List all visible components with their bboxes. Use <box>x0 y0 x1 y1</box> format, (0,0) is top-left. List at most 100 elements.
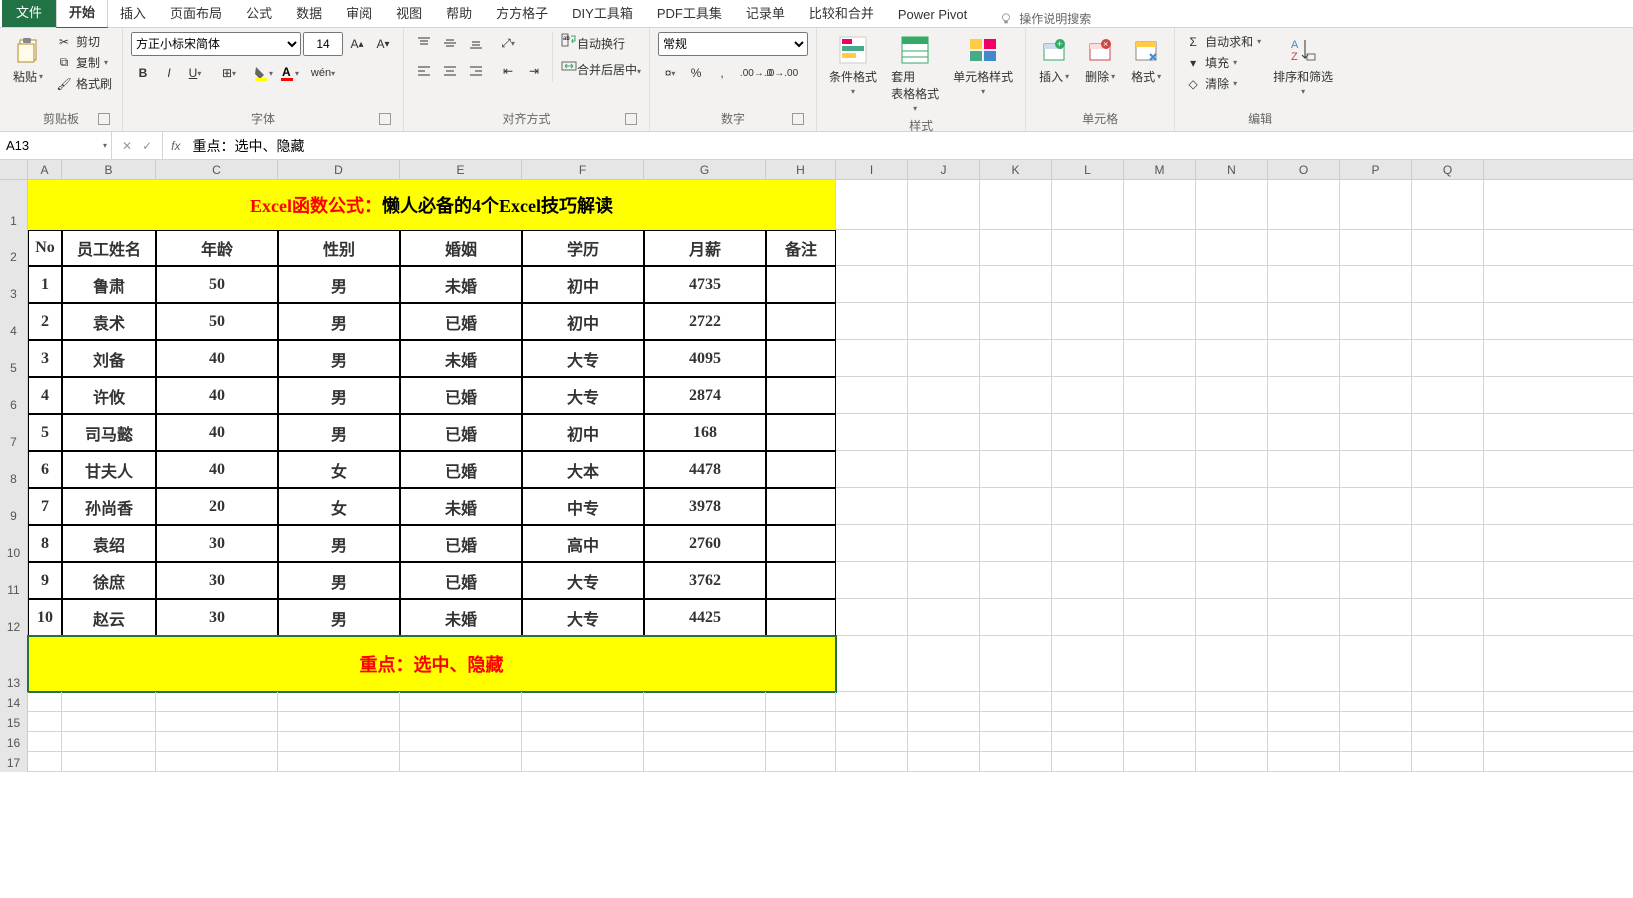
data-cell[interactable]: 3978 <box>644 488 766 525</box>
data-cell[interactable]: 男 <box>278 340 400 377</box>
data-cell[interactable]: 50 <box>156 266 278 303</box>
data-cell[interactable]: 大专 <box>522 340 644 377</box>
row-header-5[interactable]: 5 <box>0 340 28 377</box>
tab-14[interactable]: Power Pivot <box>886 2 979 27</box>
data-cell[interactable]: 女 <box>278 488 400 525</box>
data-cell[interactable]: 50 <box>156 303 278 340</box>
underline-button[interactable]: U▾ <box>183 62 207 84</box>
col-header-E[interactable]: E <box>400 160 522 179</box>
col-header-J[interactable]: J <box>908 160 980 179</box>
font-launcher[interactable] <box>379 113 391 125</box>
data-cell[interactable]: 大专 <box>522 377 644 414</box>
phonetic-button[interactable]: wén▾ <box>311 62 335 84</box>
col-header-N[interactable]: N <box>1196 160 1268 179</box>
decrease-decimal-button[interactable]: .0→.00 <box>770 62 794 84</box>
data-cell[interactable]: 已婚 <box>400 451 522 488</box>
header-cell[interactable]: 备注 <box>766 230 836 266</box>
tab-4[interactable]: 公式 <box>234 0 284 27</box>
data-cell[interactable]: 2760 <box>644 525 766 562</box>
data-cell[interactable]: 大专 <box>522 562 644 599</box>
data-cell[interactable]: 4425 <box>644 599 766 636</box>
data-cell[interactable]: 甘夫人 <box>62 451 156 488</box>
decrease-indent-button[interactable]: ⇤ <box>496 60 520 82</box>
header-cell[interactable]: 月薪 <box>644 230 766 266</box>
name-box[interactable]: ▾ <box>0 132 112 159</box>
clipboard-launcher[interactable] <box>98 113 110 125</box>
data-cell[interactable]: 40 <box>156 451 278 488</box>
data-cell[interactable]: 已婚 <box>400 414 522 451</box>
data-cell[interactable]: 徐庶 <box>62 562 156 599</box>
header-cell[interactable]: 年龄 <box>156 230 278 266</box>
row-header-10[interactable]: 10 <box>0 525 28 562</box>
data-cell[interactable]: 男 <box>278 525 400 562</box>
number-launcher[interactable] <box>792 113 804 125</box>
data-cell[interactable]: 7 <box>28 488 62 525</box>
data-cell[interactable]: 30 <box>156 525 278 562</box>
data-cell[interactable]: 20 <box>156 488 278 525</box>
col-header-C[interactable]: C <box>156 160 278 179</box>
border-button[interactable]: ⊞▾ <box>217 62 241 84</box>
data-cell[interactable]: 4735 <box>644 266 766 303</box>
bold-button[interactable]: B <box>131 62 155 84</box>
row-header-8[interactable]: 8 <box>0 451 28 488</box>
font-name-select[interactable]: 方正小标宋简体 <box>131 32 301 56</box>
tab-7[interactable]: 视图 <box>384 0 434 27</box>
data-cell[interactable]: 大本 <box>522 451 644 488</box>
col-header-M[interactable]: M <box>1124 160 1196 179</box>
data-cell[interactable] <box>766 562 836 599</box>
data-cell[interactable] <box>766 599 836 636</box>
row-header-12[interactable]: 12 <box>0 599 28 636</box>
table-format-button[interactable]: 套用 表格格式▾ <box>887 32 943 115</box>
percent-button[interactable]: % <box>684 62 708 84</box>
col-header-K[interactable]: K <box>980 160 1052 179</box>
data-cell[interactable] <box>766 414 836 451</box>
header-cell[interactable]: No <box>28 230 62 266</box>
header-cell[interactable]: 婚姻 <box>400 230 522 266</box>
wrap-text-button[interactable]: ab自动换行 <box>561 32 641 52</box>
col-header-F[interactable]: F <box>522 160 644 179</box>
col-header-O[interactable]: O <box>1268 160 1340 179</box>
data-cell[interactable]: 9 <box>28 562 62 599</box>
tab-2[interactable]: 插入 <box>108 0 158 27</box>
col-header-L[interactable]: L <box>1052 160 1124 179</box>
data-cell[interactable]: 4478 <box>644 451 766 488</box>
row-header-3[interactable]: 3 <box>0 266 28 303</box>
data-cell[interactable]: 40 <box>156 377 278 414</box>
col-header-A[interactable]: A <box>28 160 62 179</box>
align-middle-button[interactable] <box>438 32 462 54</box>
data-cell[interactable]: 6 <box>28 451 62 488</box>
footer-cell[interactable]: 重点：选中、隐藏 <box>28 636 836 692</box>
tab-1[interactable]: 开始 <box>56 0 108 28</box>
data-cell[interactable]: 男 <box>278 266 400 303</box>
data-cell[interactable]: 已婚 <box>400 525 522 562</box>
row-header-14[interactable]: 14 <box>0 692 28 712</box>
row-header-11[interactable]: 11 <box>0 562 28 599</box>
data-cell[interactable]: 大专 <box>522 599 644 636</box>
header-cell[interactable]: 学历 <box>522 230 644 266</box>
data-cell[interactable]: 未婚 <box>400 488 522 525</box>
data-cell[interactable]: 男 <box>278 414 400 451</box>
col-header-P[interactable]: P <box>1340 160 1412 179</box>
data-cell[interactable]: 中专 <box>522 488 644 525</box>
data-cell[interactable]: 3 <box>28 340 62 377</box>
data-cell[interactable]: 30 <box>156 562 278 599</box>
comma-button[interactable]: , <box>710 62 734 84</box>
col-header-Q[interactable]: Q <box>1412 160 1484 179</box>
sort-filter-button[interactable]: AZ排序和筛选▾ <box>1269 32 1337 98</box>
merge-center-button[interactable]: 合并后居中▾ <box>561 58 641 82</box>
data-cell[interactable]: 初中 <box>522 303 644 340</box>
fill-color-button[interactable]: ▾ <box>251 62 275 84</box>
data-cell[interactable]: 未婚 <box>400 266 522 303</box>
row-header-13[interactable]: 13 <box>0 636 28 692</box>
copy-button[interactable]: ⧉复制▾ <box>54 53 114 72</box>
data-cell[interactable]: 2722 <box>644 303 766 340</box>
format-button[interactable]: 格式▾ <box>1126 32 1166 87</box>
row-header-6[interactable]: 6 <box>0 377 28 414</box>
data-cell[interactable]: 未婚 <box>400 599 522 636</box>
row-header-17[interactable]: 17 <box>0 752 28 772</box>
data-cell[interactable]: 初中 <box>522 414 644 451</box>
tab-5[interactable]: 数据 <box>284 0 334 27</box>
fx-icon[interactable]: fx <box>163 139 188 153</box>
align-bottom-button[interactable] <box>464 32 488 54</box>
data-cell[interactable] <box>766 303 836 340</box>
